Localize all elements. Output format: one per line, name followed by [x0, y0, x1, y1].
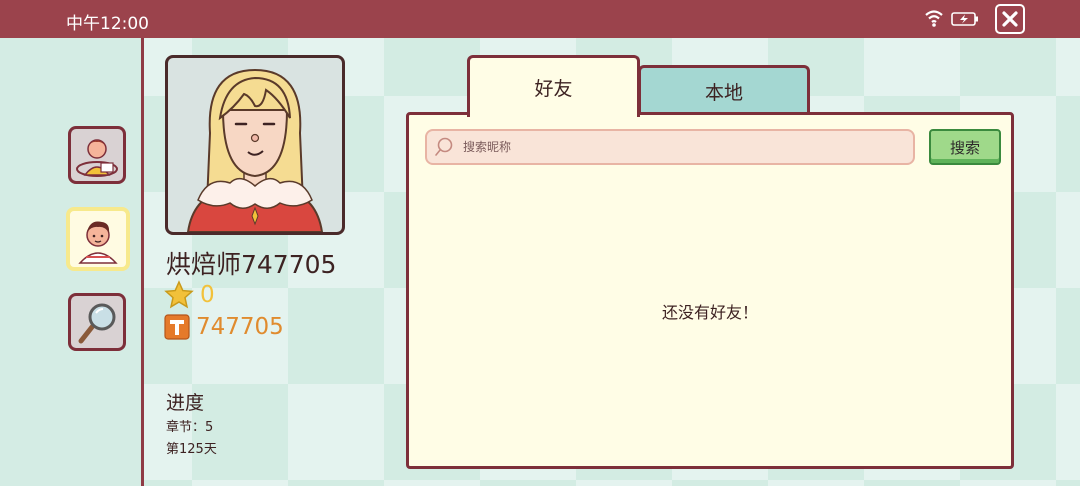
tab-local[interactable]: 本地: [638, 65, 810, 114]
progress-chapter: 章节：5: [166, 420, 214, 435]
wifi-icon: [925, 10, 943, 27]
battery-charging-icon: [951, 12, 978, 26]
avatar: [165, 55, 345, 235]
chef-profile-icon: [78, 221, 118, 264]
progress-day: 第125天: [166, 442, 217, 457]
progress-title: 进度: [166, 392, 205, 414]
customer-order-icon: [76, 139, 118, 177]
close-button[interactable]: [995, 4, 1025, 34]
status-time: 中午12:00: [66, 14, 149, 34]
star-icon: [164, 280, 194, 309]
empty-friends-message: 还没有好友！: [661, 303, 758, 322]
search-field[interactable]: [425, 129, 915, 165]
sidebar-divider: [141, 38, 144, 486]
magnifier-icon: [78, 303, 116, 344]
tab-local-label: 本地: [704, 81, 743, 104]
search-icon: [435, 137, 453, 156]
id-stat: 747705: [164, 313, 284, 341]
baker-avatar-icon: [186, 68, 324, 232]
tab-friends-label: 好友: [534, 78, 573, 100]
hammer-badge-icon: [164, 314, 190, 340]
stars-count: 0: [200, 282, 215, 308]
player-id: 747705: [196, 314, 284, 340]
sidebar-item-order[interactable]: [68, 126, 126, 184]
friends-panel: 搜索 还没有好友！: [406, 112, 1014, 469]
tab-friends[interactable]: 好友: [467, 55, 640, 117]
search-button-label: 搜索: [949, 138, 980, 157]
sidebar-item-search[interactable]: [68, 293, 126, 351]
sidebar-item-profile[interactable]: [66, 207, 130, 271]
search-input[interactable]: [461, 139, 905, 155]
search-button[interactable]: 搜索: [929, 129, 1001, 165]
close-icon: [1002, 11, 1018, 27]
stars-stat: 0: [164, 280, 215, 310]
status-bar: 中午12:00: [0, 0, 1080, 38]
username: 烘焙师747705: [166, 250, 337, 279]
